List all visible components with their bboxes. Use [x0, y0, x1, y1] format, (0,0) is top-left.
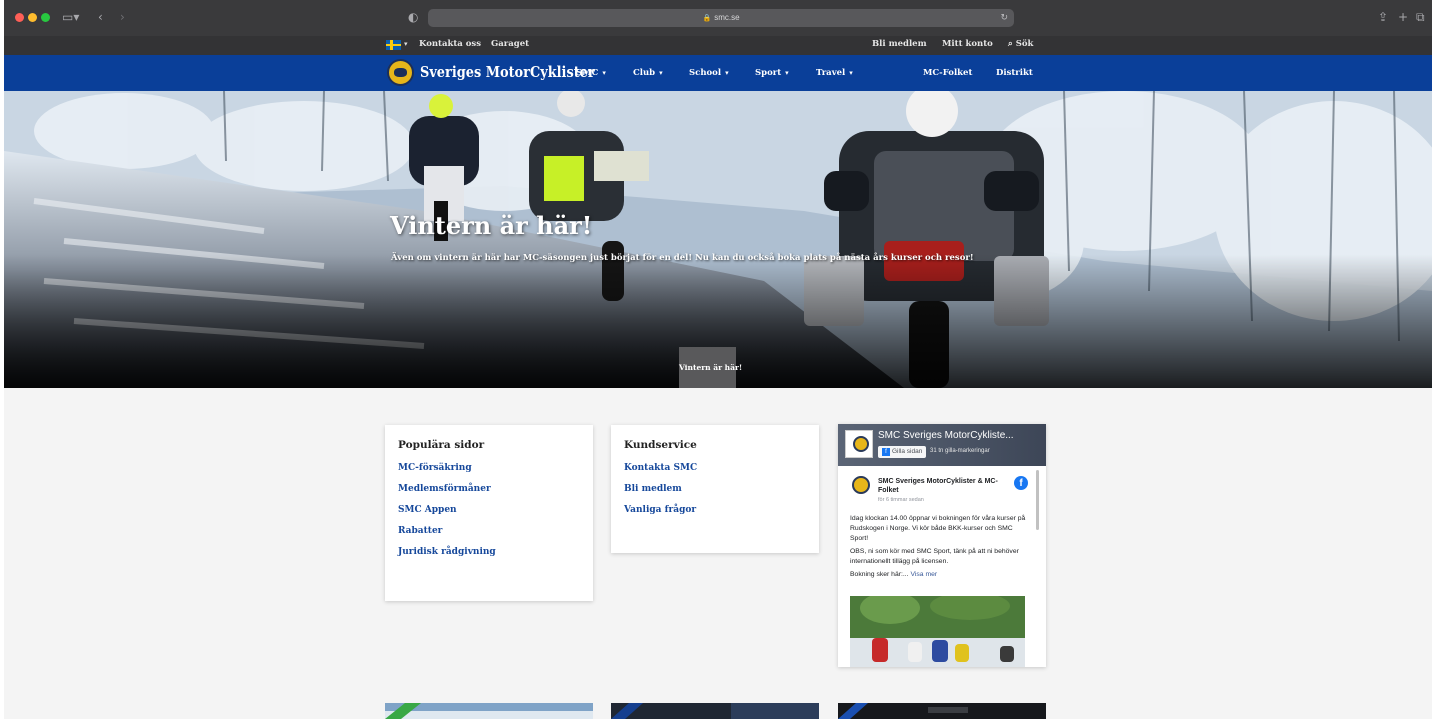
post-paragraph: Bokning sker här:... — [850, 571, 909, 578]
post-timestamp[interactable]: för 6 timmar sedan — [878, 497, 924, 503]
post-image[interactable] — [850, 596, 1025, 667]
forward-arrow-icon[interactable]: › — [120, 10, 125, 24]
customer-service-card: Kundservice Kontakta SMC Bli medlem Vanl… — [611, 425, 819, 553]
customer-service-heading: Kundservice — [624, 439, 697, 451]
link-legal-advice[interactable]: Juridisk rådgivning — [398, 547, 580, 557]
nav-item-label: School — [689, 68, 722, 78]
news-card-1[interactable] — [385, 703, 593, 719]
link-smc-app[interactable]: SMC Appen — [398, 505, 580, 515]
nav-item-sport[interactable]: Sport ▾ — [755, 68, 789, 78]
brand-name[interactable]: Sveriges MotorCyklister — [420, 63, 595, 81]
facebook-logo-icon[interactable]: f — [1014, 476, 1028, 490]
sidebar-icon[interactable]: ▭▾ — [62, 10, 79, 24]
nav-item-label: SMC — [576, 68, 599, 78]
close-window-button[interactable] — [15, 13, 24, 22]
zoom-window-button[interactable] — [41, 13, 50, 22]
swedish-flag-icon[interactable] — [386, 40, 401, 50]
popular-pages-card: Populära sidor MC-försäkring Medlemsförm… — [385, 425, 593, 601]
browser-window: ▭▾ ‹ › ◐ 🔒 smc.se ↻ ⇪ + ⧉ ▾ Kontakta oss … — [4, 0, 1432, 719]
reload-icon[interactable]: ↻ — [1000, 9, 1008, 27]
news-card-3[interactable] — [838, 703, 1046, 719]
page-avatar[interactable] — [845, 430, 873, 458]
search-label: Sök — [1015, 39, 1034, 49]
post-paragraph: Idag klockan 14.00 öppnar vi bokningen f… — [850, 515, 1026, 542]
language-chevron-icon[interactable]: ▾ — [404, 40, 408, 48]
link-contact-smc[interactable]: Kontakta SMC — [624, 463, 806, 473]
chevron-down-icon: ▾ — [849, 69, 853, 77]
nav-item-club[interactable]: Club ▾ — [633, 68, 663, 78]
nav-item-distrikt[interactable]: Distrikt — [996, 68, 1033, 78]
nav-item-school[interactable]: School ▾ — [689, 68, 729, 78]
nav-item-smc[interactable]: SMC ▾ — [576, 68, 606, 78]
link-mc-insurance[interactable]: MC-försäkring — [398, 463, 580, 473]
post-paragraph: OBS, ni som kör med SMC Sport, tänk på a… — [850, 548, 1019, 565]
utility-bar: ▾ Kontakta oss Garaget Bli medlem Mitt k… — [4, 36, 1432, 55]
new-tab-icon[interactable]: + — [1398, 10, 1408, 24]
facebook-page-header[interactable]: SMC Sveriges MotorCykliste... f Gilla sid… — [838, 424, 1046, 466]
nav-item-label: Sport — [755, 68, 782, 78]
main-navigation: Sveriges MotorCyklister SMC ▾ Club ▾ Schoo… — [4, 55, 1432, 91]
contact-link[interactable]: Kontakta oss — [419, 39, 481, 49]
see-more-link[interactable]: Visa mer — [910, 571, 937, 578]
privacy-shield-icon[interactable]: ◐ — [408, 10, 418, 24]
link-member-benefits[interactable]: Medlemsförmåner — [398, 484, 580, 494]
garage-link[interactable]: Garaget — [491, 39, 529, 49]
like-page-label: Gilla sidan — [892, 448, 923, 455]
chevron-down-icon: ▾ — [725, 69, 729, 77]
hero-banner[interactable]: Vintern är här! Även om vintern är här h… — [4, 91, 1432, 388]
like-page-button[interactable]: f Gilla sidan — [878, 446, 927, 458]
link-discounts[interactable]: Rabatter — [398, 526, 580, 536]
hero-subtitle: Även om vintern är här har MC-säsongen j… — [391, 253, 974, 263]
nav-item-label: Travel — [816, 68, 846, 78]
smc-logo[interactable] — [387, 59, 414, 86]
facebook-widget: SMC Sveriges MotorCykliste... f Gilla sid… — [838, 424, 1046, 667]
tab-overview-icon[interactable]: ⧉ — [1416, 10, 1425, 24]
address-bar[interactable]: 🔒 smc.se ↻ — [428, 9, 1014, 27]
facebook-like-count: 31 tn gilla-markeringar — [930, 448, 990, 454]
link-become-member[interactable]: Bli medlem — [624, 484, 806, 494]
post-text: Idag klockan 14.00 öppnar vi bokningen f… — [850, 514, 1030, 583]
post-author-name[interactable]: SMC Sveriges MotorCyklister & MC-Folket — [878, 477, 1008, 495]
nav-item-label: Club — [633, 68, 656, 78]
chevron-down-icon: ▾ — [602, 69, 606, 77]
chevron-down-icon: ▾ — [785, 69, 789, 77]
search-icon: ⌕ — [1008, 39, 1013, 49]
minimize-window-button[interactable] — [28, 13, 37, 22]
link-faq[interactable]: Vanliga frågor — [624, 505, 806, 515]
search-button[interactable]: ⌕ Sök — [1008, 39, 1033, 49]
facebook-page-name[interactable]: SMC Sveriges MotorCykliste... — [878, 430, 1014, 441]
url-text: smc.se — [714, 13, 740, 22]
back-arrow-icon[interactable]: ‹ — [98, 10, 103, 24]
become-member-link[interactable]: Bli medlem — [872, 39, 927, 49]
nav-item-travel[interactable]: Travel ▾ — [816, 68, 853, 78]
lock-icon: 🔒 — [702, 15, 712, 22]
hero-title: Vintern är här! — [390, 211, 593, 240]
browser-toolbar: ▭▾ ‹ › ◐ 🔒 smc.se ↻ ⇪ + ⧉ — [4, 0, 1432, 36]
post-author-avatar[interactable] — [852, 476, 870, 494]
news-card-2[interactable] — [611, 703, 819, 719]
share-icon[interactable]: ⇪ — [1378, 10, 1388, 24]
facebook-f-icon: f — [882, 448, 890, 456]
my-account-link[interactable]: Mitt konto — [942, 39, 993, 49]
widget-scrollbar[interactable] — [1036, 470, 1039, 530]
chevron-down-icon: ▾ — [659, 69, 663, 77]
hero-button[interactable]: Vintern är här! — [679, 347, 742, 388]
popular-pages-heading: Populära sidor — [398, 439, 485, 451]
nav-item-mc-folket[interactable]: MC-Folket — [923, 68, 972, 78]
hero-photo — [4, 91, 1432, 388]
